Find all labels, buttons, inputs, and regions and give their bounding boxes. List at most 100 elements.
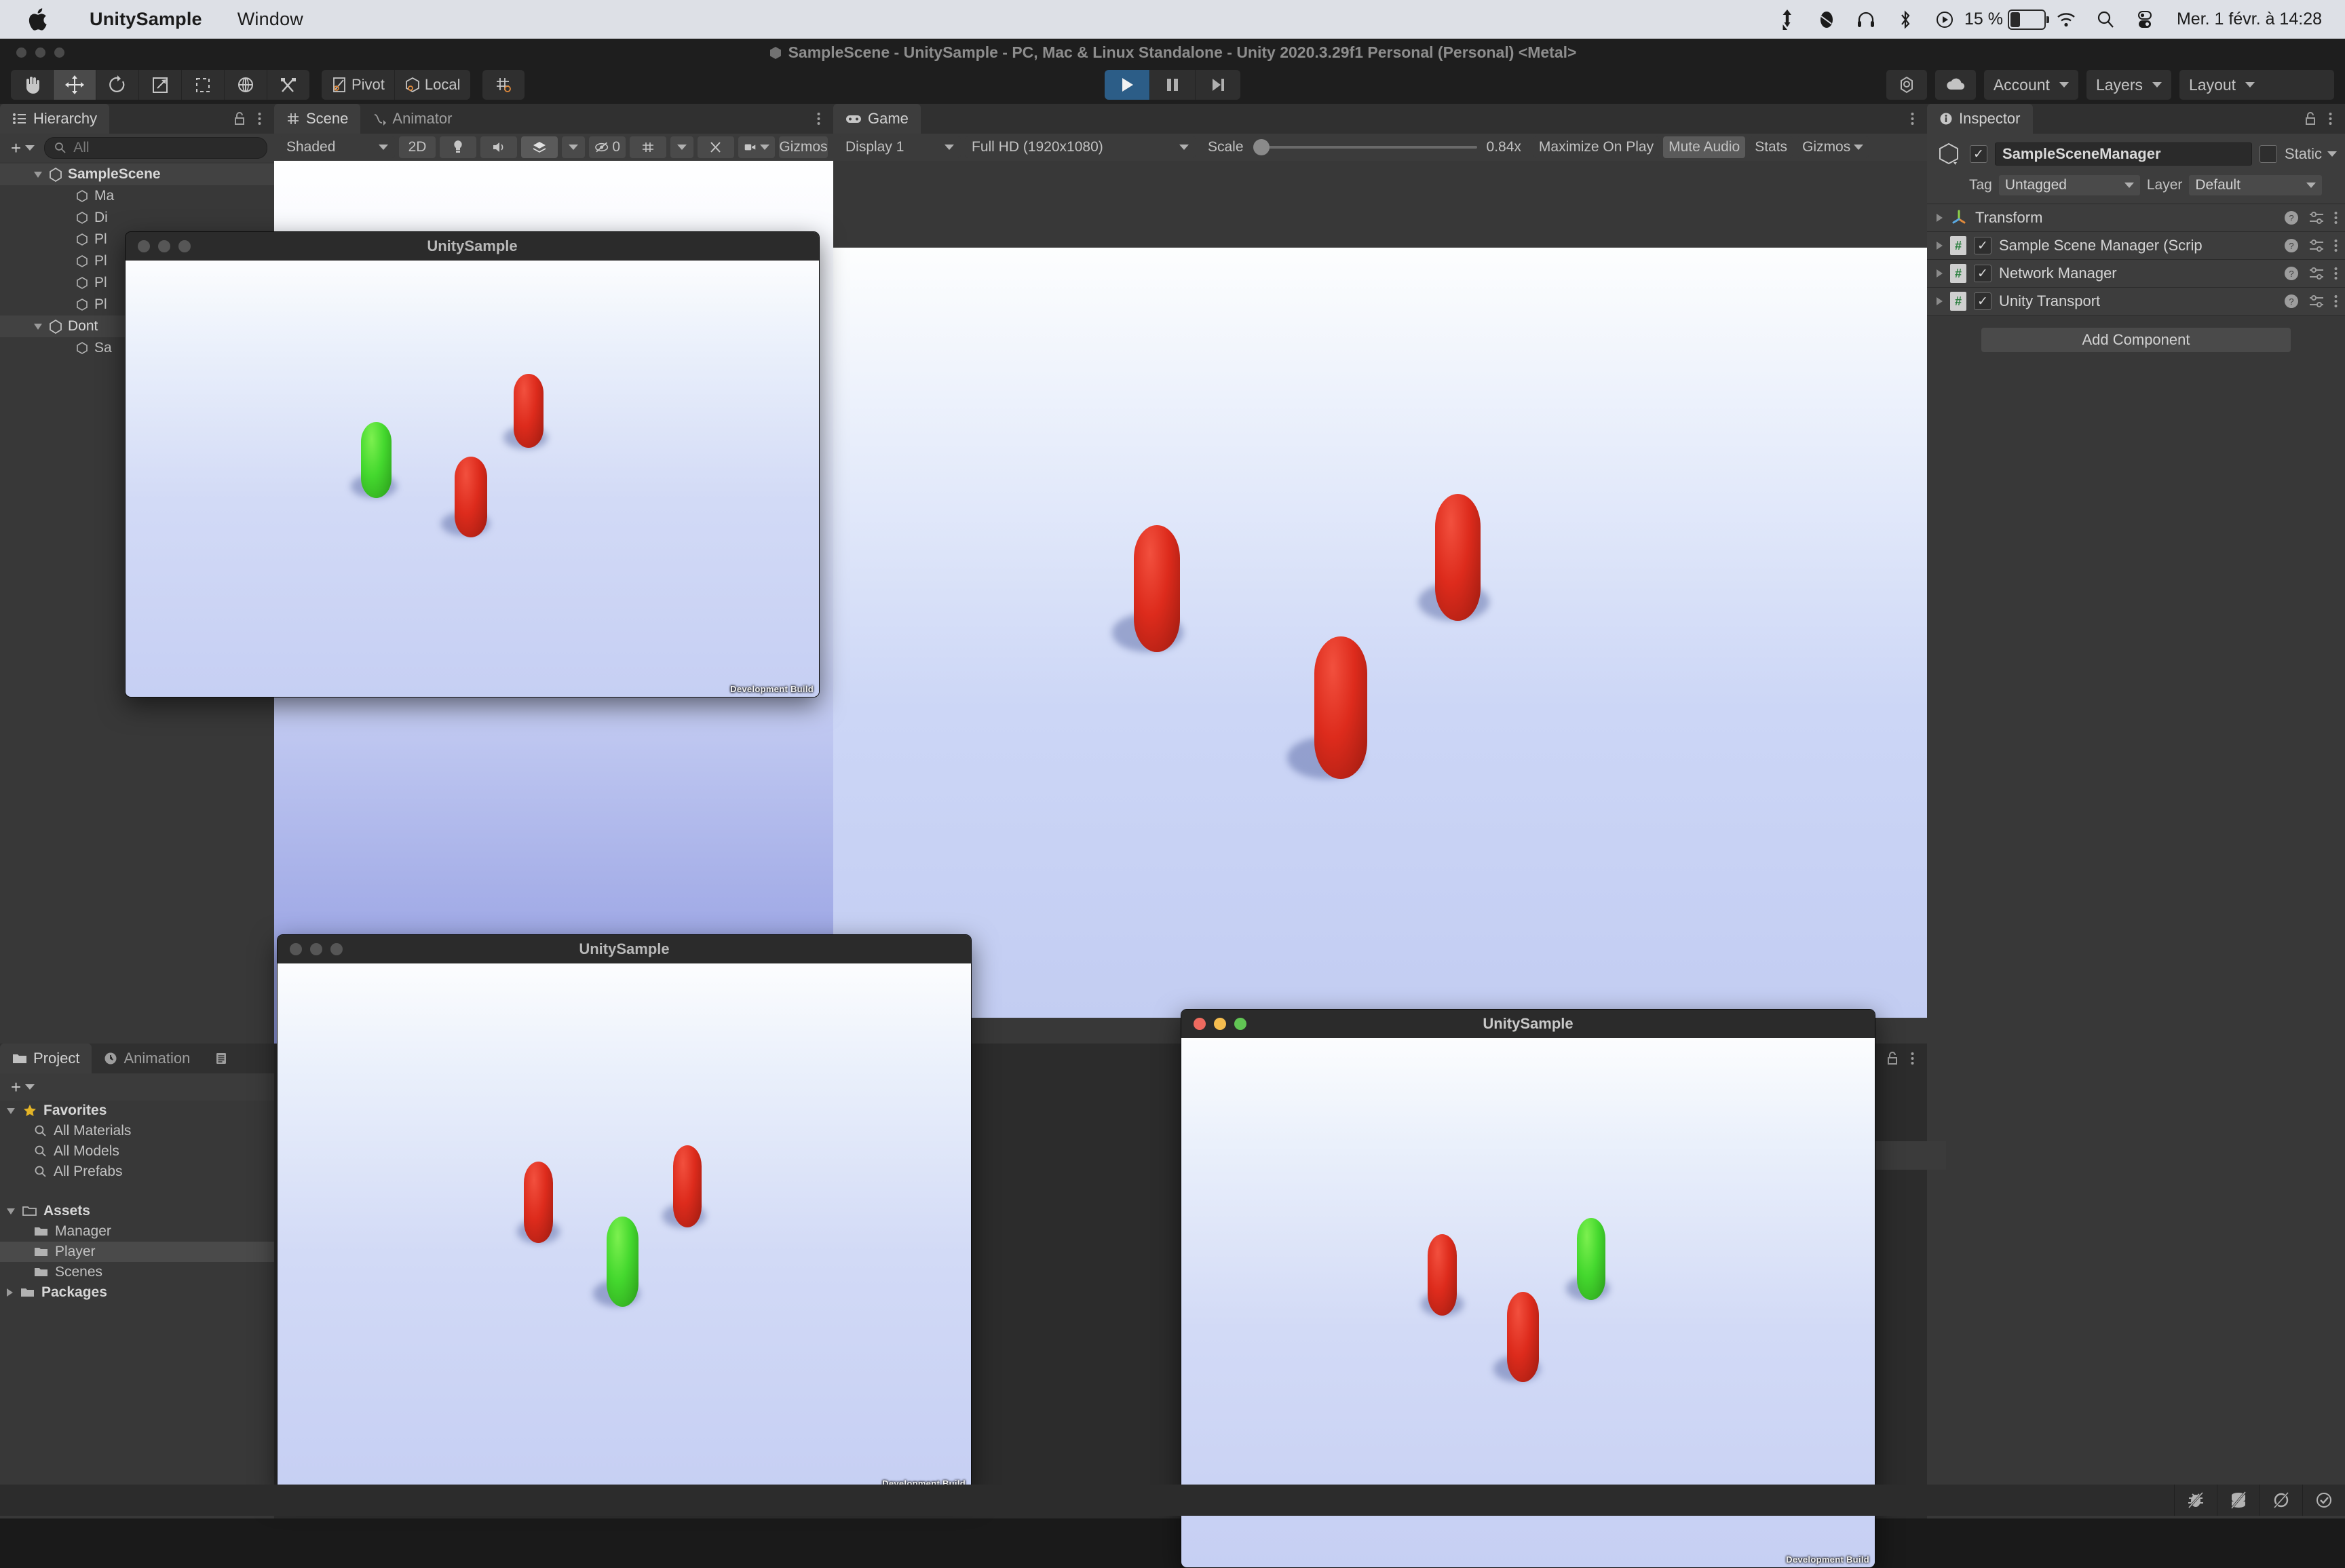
project-item-assets[interactable]: Assets <box>0 1201 274 1221</box>
maximize-on-play-toggle[interactable]: Maximize On Play <box>1533 136 1659 158</box>
chevron-down-icon[interactable] <box>34 172 42 178</box>
scene-lighting-button[interactable] <box>440 136 476 158</box>
help-icon[interactable]: ? <box>2283 293 2300 309</box>
lock-icon[interactable] <box>1886 1051 1899 1066</box>
component-unity-transport[interactable]: # ✓ Unity Transport ? <box>1927 288 2345 315</box>
settings-sliders-icon[interactable] <box>2308 294 2325 309</box>
pause-button[interactable] <box>1150 70 1196 100</box>
scale-control[interactable]: Scale 0.84x <box>1200 139 1529 155</box>
database-off-icon[interactable] <box>2217 1485 2260 1516</box>
gameobject-enabled-checkbox[interactable]: ✓ <box>1970 145 1987 163</box>
lock-icon[interactable] <box>233 111 246 126</box>
panel-menu-icon[interactable] <box>1910 1051 1915 1066</box>
transform-tool-button[interactable] <box>225 70 267 100</box>
scene-tools-button[interactable] <box>698 136 734 158</box>
headphones-icon[interactable] <box>1846 6 1886 33</box>
play-button[interactable] <box>1105 70 1150 100</box>
component-menu-icon[interactable] <box>2333 266 2338 281</box>
grid-snap-icon[interactable] <box>482 70 525 100</box>
scale-slider[interactable] <box>1253 140 1477 154</box>
tag-dropdown[interactable]: Untagged <box>1999 175 2140 195</box>
menu-window[interactable]: Window <box>220 9 321 30</box>
panel-menu-icon[interactable] <box>257 111 262 126</box>
apple-logo-icon[interactable] <box>27 8 47 31</box>
mute-audio-toggle[interactable]: Mute Audio <box>1663 136 1745 158</box>
bluetooth-icon[interactable] <box>1886 6 1925 33</box>
component-enabled-checkbox[interactable]: ✓ <box>1974 237 1991 254</box>
refresh-off-icon[interactable] <box>2260 1485 2302 1516</box>
static-checkbox[interactable] <box>2260 145 2277 163</box>
chevron-down-icon[interactable] <box>34 324 42 330</box>
chevron-down-icon[interactable] <box>7 1208 15 1215</box>
layout-dropdown[interactable]: Layout <box>2179 70 2334 100</box>
chevron-down-icon[interactable] <box>7 1108 15 1114</box>
component-menu-icon[interactable] <box>2333 238 2338 253</box>
hierarchy-search-input[interactable]: All <box>44 137 267 159</box>
project-item-scenes[interactable]: Scenes <box>0 1262 274 1282</box>
player-window-2-titlebar[interactable]: UnitySample <box>278 935 971 963</box>
scene-camera-button[interactable] <box>738 136 775 158</box>
component-enabled-checkbox[interactable]: ✓ <box>1974 265 1991 282</box>
local-toggle[interactable]: Local <box>395 70 470 100</box>
move-tool-button[interactable] <box>54 70 96 100</box>
project-item-all-prefabs[interactable]: All Prefabs <box>0 1162 274 1182</box>
step-button[interactable] <box>1196 70 1240 100</box>
chevron-right-icon[interactable] <box>1937 269 1943 278</box>
tab-animator[interactable]: Animator <box>360 104 464 134</box>
scene-hidden-objects-button[interactable]: 0 <box>589 136 626 158</box>
help-icon[interactable]: ? <box>2283 210 2300 226</box>
game-viewport[interactable] <box>833 161 1927 1044</box>
static-dropdown[interactable]: Static <box>2285 145 2337 163</box>
scene-grid-dropdown[interactable] <box>670 136 693 158</box>
scene-audio-button[interactable] <box>480 136 517 158</box>
hierarchy-item-samplescene[interactable]: SampleScene <box>0 164 274 185</box>
panel-menu-icon[interactable] <box>816 111 821 126</box>
scene-fx-button[interactable] <box>521 136 558 158</box>
wifi-icon[interactable] <box>2046 6 2086 33</box>
chevron-right-icon[interactable] <box>1937 214 1943 222</box>
player-window-2-body[interactable]: Development Build <box>278 963 971 1491</box>
scale-tool-button[interactable] <box>139 70 182 100</box>
project-item-manager[interactable]: Manager <box>0 1221 274 1242</box>
settings-sliders-icon[interactable] <box>2308 210 2325 225</box>
scene-fx-dropdown[interactable] <box>562 136 585 158</box>
toggle-2d-button[interactable]: 2D <box>399 136 436 158</box>
hand-tool-button[interactable] <box>11 70 54 100</box>
sync-icon[interactable] <box>1768 6 1807 33</box>
create-gameobject-button[interactable]: + <box>7 138 39 159</box>
player-window-3-titlebar[interactable]: UnitySample <box>1181 1010 1875 1038</box>
gameobject-name-field[interactable]: SampleSceneManager <box>1995 142 2252 166</box>
panel-menu-icon[interactable] <box>1910 111 1915 126</box>
lock-icon[interactable] <box>2304 111 2317 126</box>
custom-tool-button[interactable] <box>267 70 309 100</box>
tab-hierarchy[interactable]: Hierarchy <box>0 104 109 134</box>
component-network-manager[interactable]: # ✓ Network Manager ? <box>1927 260 2345 288</box>
resolution-dropdown[interactable]: Full HD (1920x1080) <box>965 136 1196 158</box>
layer-dropdown[interactable]: Default <box>2189 175 2322 195</box>
display-dropdown[interactable]: Display 1 <box>839 136 961 158</box>
component-transform[interactable]: Transform ? <box>1927 204 2345 232</box>
component-menu-icon[interactable] <box>2333 294 2338 309</box>
tab-scene[interactable]: Scene <box>274 104 360 134</box>
layers-dropdown[interactable]: Layers <box>2086 70 2171 100</box>
chevron-right-icon[interactable] <box>1937 242 1943 250</box>
player-window-1[interactable]: UnitySample Development Build <box>125 231 820 697</box>
hierarchy-item-1[interactable]: Ma <box>0 185 274 207</box>
help-icon[interactable]: ? <box>2283 237 2300 254</box>
bug-off-icon[interactable] <box>2174 1485 2217 1516</box>
game-gizmos-button[interactable]: Gizmos <box>1797 136 1869 158</box>
scene-grid-button[interactable] <box>630 136 666 158</box>
tab-project[interactable]: Project <box>0 1044 92 1073</box>
chevron-right-icon[interactable] <box>7 1288 13 1297</box>
rect-tool-button[interactable] <box>182 70 225 100</box>
menu-bar-clock[interactable]: Mer. 1 févr. à 14:28 <box>2177 9 2322 29</box>
menu-app-name[interactable]: UnitySample <box>72 9 220 30</box>
add-component-button[interactable]: Add Component <box>1981 328 2291 352</box>
component-sample-scene-manager[interactable]: # ✓ Sample Scene Manager (Script ? <box>1927 232 2345 260</box>
chevron-right-icon[interactable] <box>1937 297 1943 305</box>
tab-console[interactable] <box>202 1044 240 1073</box>
scale-slider-handle[interactable] <box>1253 139 1270 155</box>
create-asset-button[interactable]: + <box>7 1077 39 1098</box>
project-item-all-materials[interactable]: All Materials <box>0 1121 274 1141</box>
player-window-2[interactable]: UnitySample Development Build <box>277 934 972 1492</box>
